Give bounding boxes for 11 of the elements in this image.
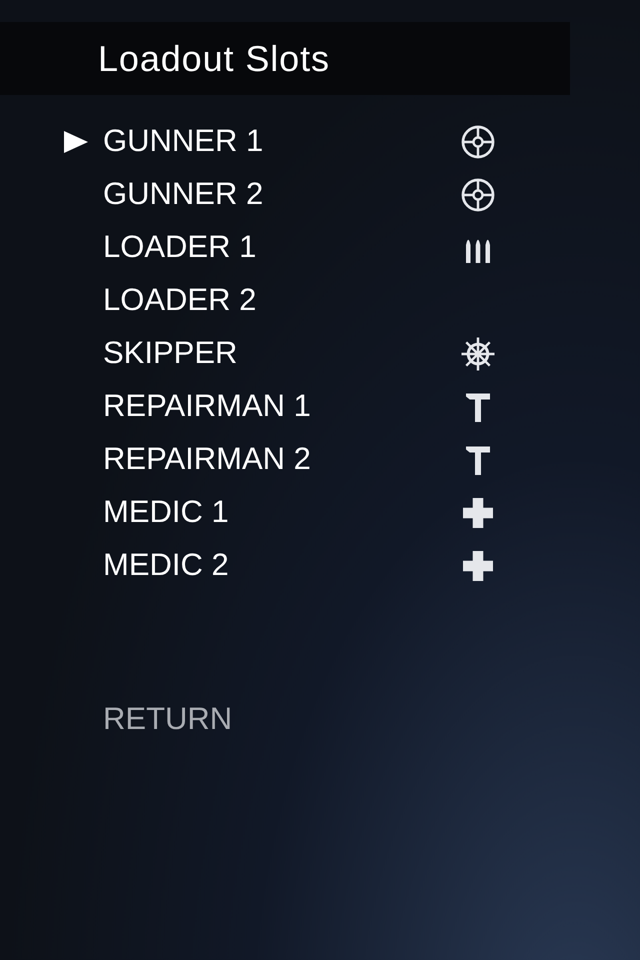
- slot-item[interactable]: REPAIRMAN 2: [103, 436, 453, 483]
- slot-item[interactable]: LOADER 2: [103, 277, 453, 324]
- slot-item[interactable]: LOADER 1: [103, 224, 453, 271]
- slot-item[interactable]: MEDIC 2: [103, 542, 453, 589]
- slot-item[interactable]: REPAIRMAN 1: [103, 383, 453, 430]
- slot-item[interactable]: SKIPPER: [103, 330, 453, 377]
- slot-item[interactable]: GUNNER 2: [103, 171, 453, 218]
- return-button[interactable]: RETURN: [103, 696, 232, 742]
- title: Loadout Slots: [98, 36, 330, 80]
- slot-item[interactable]: GUNNER 1: [103, 118, 453, 165]
- slot-item[interactable]: MEDIC 1: [103, 489, 453, 536]
